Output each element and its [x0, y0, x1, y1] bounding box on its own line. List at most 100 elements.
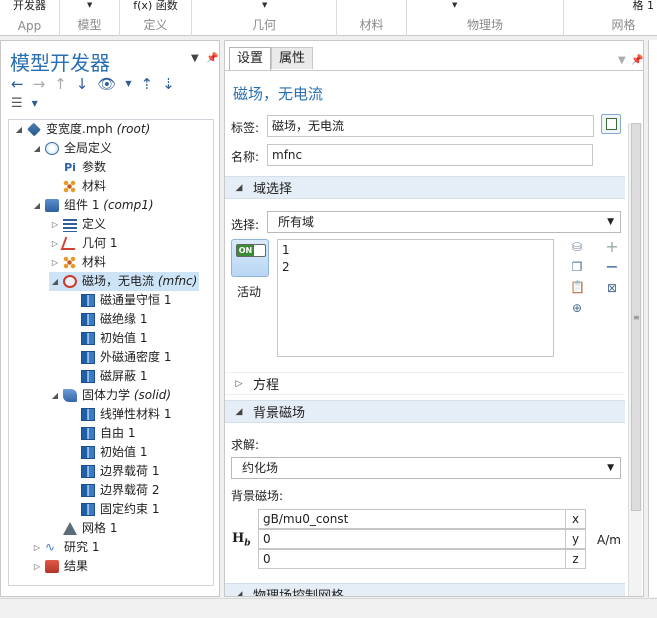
- tree-node-solid[interactable]: ◢ 固体力学 (solid): [49, 386, 171, 405]
- expand-all-icon[interactable]: ⇡: [141, 75, 154, 93]
- tree-node-solid-feature[interactable]: 初始值 1: [67, 443, 147, 462]
- tree-node-mfnc-feature[interactable]: 磁屏蔽 1: [67, 367, 147, 386]
- tree-node-definitions[interactable]: ▷ 定义: [49, 215, 106, 234]
- panel-menu-icon[interactable]: ▼: [191, 53, 199, 64]
- tree-node-mfnc-feature[interactable]: 磁通量守恒 1: [67, 291, 171, 310]
- chevron-down-icon[interactable]: ▼: [32, 95, 38, 113]
- expand-arrow-icon[interactable]: ▷: [31, 538, 43, 557]
- tree-node-label: 边界载荷 2: [100, 483, 160, 497]
- selection-dropdown[interactable]: 所有域 ▼: [267, 211, 621, 233]
- ribbon-section-mesh[interactable]: 格 1 网格: [564, 0, 657, 36]
- add-icon[interactable]: +: [605, 239, 619, 255]
- materials-icon: [63, 256, 77, 269]
- collapse-arrow-icon[interactable]: ◢: [49, 272, 61, 291]
- list-item[interactable]: 1: [282, 242, 549, 259]
- feature-node-icon: [81, 465, 95, 478]
- tree-node-mfnc[interactable]: ◢ 磁场，无电流 (mfnc): [49, 272, 200, 291]
- bg-field-y-input[interactable]: 0: [258, 529, 566, 549]
- functions-button[interactable]: f(x) 函数: [120, 0, 191, 13]
- list-item[interactable]: 2: [282, 259, 549, 276]
- collapse-arrow-icon[interactable]: ◢: [225, 183, 253, 193]
- ribbon-section-definitions[interactable]: f(x) 函数 定义: [120, 0, 192, 36]
- section-domain-selection[interactable]: ◢ 域选择: [225, 176, 625, 199]
- expand-arrow-icon[interactable]: ▷: [31, 557, 43, 576]
- mesh-button[interactable]: 格 1: [564, 0, 657, 13]
- tree-node-solid-feature[interactable]: 边界载荷 2: [67, 481, 159, 500]
- tree-node-label: 磁绝缘 1: [100, 312, 148, 326]
- chevron-down-icon[interactable]: ▼: [452, 1, 457, 9]
- zoom-selection-icon[interactable]: ⊕: [570, 301, 584, 315]
- vector-symbol-letter: H: [232, 531, 245, 546]
- ribbon-section-app[interactable]: 开发器 App: [0, 0, 60, 36]
- tree-node-label: 定义: [82, 217, 107, 231]
- section-physics-mesh[interactable]: ◢ 物理场控制网格: [225, 583, 625, 597]
- panel-menu-icon[interactable]: ▼: [618, 55, 626, 66]
- remove-icon[interactable]: −: [605, 259, 619, 275]
- solve-dropdown[interactable]: 约化场 ▼: [231, 457, 621, 479]
- collapse-arrow-icon[interactable]: ◢: [31, 139, 43, 158]
- tree-node-solid-feature[interactable]: 自由 1: [67, 424, 135, 443]
- expand-arrow-icon[interactable]: ▷: [49, 253, 61, 272]
- eye-icon[interactable]: 👁: [97, 75, 116, 93]
- arrow-down-icon[interactable]: ↓: [76, 75, 89, 93]
- vector-symbol-subscript: b: [244, 538, 251, 549]
- tree-node-mfnc-feature[interactable]: 初始值 1: [67, 329, 147, 348]
- settings-scrollbar[interactable]: ≡: [628, 123, 642, 596]
- tree-node-global-materials[interactable]: 材料: [49, 177, 106, 196]
- ribbon-label-mesh: 网格: [611, 18, 636, 32]
- reset-label-button[interactable]: [601, 114, 621, 134]
- tab-settings[interactable]: 设置: [229, 47, 272, 71]
- expand-arrow-icon[interactable]: ▷: [225, 379, 253, 389]
- tree-node-solid-feature[interactable]: 固定约束 1: [67, 500, 159, 519]
- developer-button[interactable]: 开发器: [0, 0, 59, 13]
- tree-node-parameters[interactable]: Pi 参数: [49, 158, 106, 177]
- arrow-up-icon[interactable]: ↑: [54, 75, 67, 93]
- collapse-arrow-icon[interactable]: ◢: [49, 386, 61, 405]
- tree-node-materials[interactable]: ▷ 材料: [49, 253, 106, 272]
- ribbon-section-model[interactable]: ▼ 模型: [60, 0, 120, 36]
- tree-node-mesh[interactable]: 网格 1: [49, 519, 117, 538]
- ribbon-section-geometry[interactable]: ▼ 几何: [192, 0, 337, 36]
- tree-node-solid-feature[interactable]: 线弹性材料 1: [67, 405, 171, 424]
- clear-selection-icon[interactable]: ⊠: [605, 281, 619, 295]
- name-field[interactable]: mfnc: [267, 144, 593, 166]
- expand-arrow-icon[interactable]: ▷: [49, 215, 61, 234]
- chevron-down-icon[interactable]: ▼: [125, 75, 131, 93]
- ribbon-section-physics[interactable]: ▼ 物理场: [407, 0, 564, 36]
- arrow-left-icon[interactable]: ←: [11, 75, 24, 93]
- section-equation[interactable]: ▷ 方程: [225, 372, 625, 395]
- tree-node-root[interactable]: ◢ 变宽度.mph (root): [13, 120, 150, 139]
- pin-icon[interactable]: 📌: [631, 55, 643, 66]
- paste-selection-icon[interactable]: ⛁: [570, 240, 584, 254]
- section-background-field[interactable]: ◢ 背景磁场: [225, 400, 625, 423]
- collapse-arrow-icon[interactable]: ◢: [225, 407, 253, 417]
- copy-icon[interactable]: ❐: [570, 260, 584, 274]
- bg-field-x-input[interactable]: gB/mu0_const: [258, 509, 566, 529]
- tree-node-mfnc-feature[interactable]: 磁绝缘 1: [67, 310, 147, 329]
- pin-icon[interactable]: 📌: [206, 53, 218, 64]
- collapse-arrow-icon[interactable]: ◢: [13, 120, 25, 139]
- label-field[interactable]: 磁场，无电流: [267, 115, 594, 137]
- tree-node-geometry[interactable]: ▷ 几何 1: [49, 234, 117, 253]
- list-view-icon[interactable]: ☰: [11, 95, 23, 113]
- expand-arrow-icon[interactable]: ▷: [49, 234, 61, 253]
- ribbon-section-materials[interactable]: 材料: [337, 0, 407, 36]
- tree-node-label: 线弹性材料 1: [100, 407, 172, 421]
- clipboard-icon[interactable]: 📋: [570, 280, 585, 294]
- domain-list[interactable]: 1 2: [277, 239, 554, 357]
- tab-properties[interactable]: 属性: [271, 47, 314, 69]
- collapse-arrow-icon[interactable]: ◢: [31, 196, 43, 215]
- collapse-arrow-icon[interactable]: ◢: [225, 590, 253, 597]
- tree-node-component[interactable]: ◢ 组件 1 (comp1): [31, 196, 154, 215]
- arrow-right-icon[interactable]: →: [33, 75, 46, 93]
- bg-field-z-input[interactable]: 0: [258, 549, 566, 569]
- active-toggle[interactable]: ON: [231, 239, 269, 277]
- tree-node-results[interactable]: ▷ 结果: [31, 557, 88, 576]
- tree-node-mfnc-feature[interactable]: 外磁通密度 1: [67, 348, 171, 367]
- chevron-down-icon[interactable]: ▼: [262, 1, 267, 9]
- chevron-down-icon[interactable]: ▼: [87, 1, 92, 9]
- tree-node-global-definitions[interactable]: ◢ 全局定义: [31, 139, 112, 158]
- tree-node-solid-feature[interactable]: 边界载荷 1: [67, 462, 159, 481]
- tree-node-study[interactable]: ▷ ∿ 研究 1: [31, 538, 100, 557]
- collapse-all-icon[interactable]: ⇣: [162, 75, 175, 93]
